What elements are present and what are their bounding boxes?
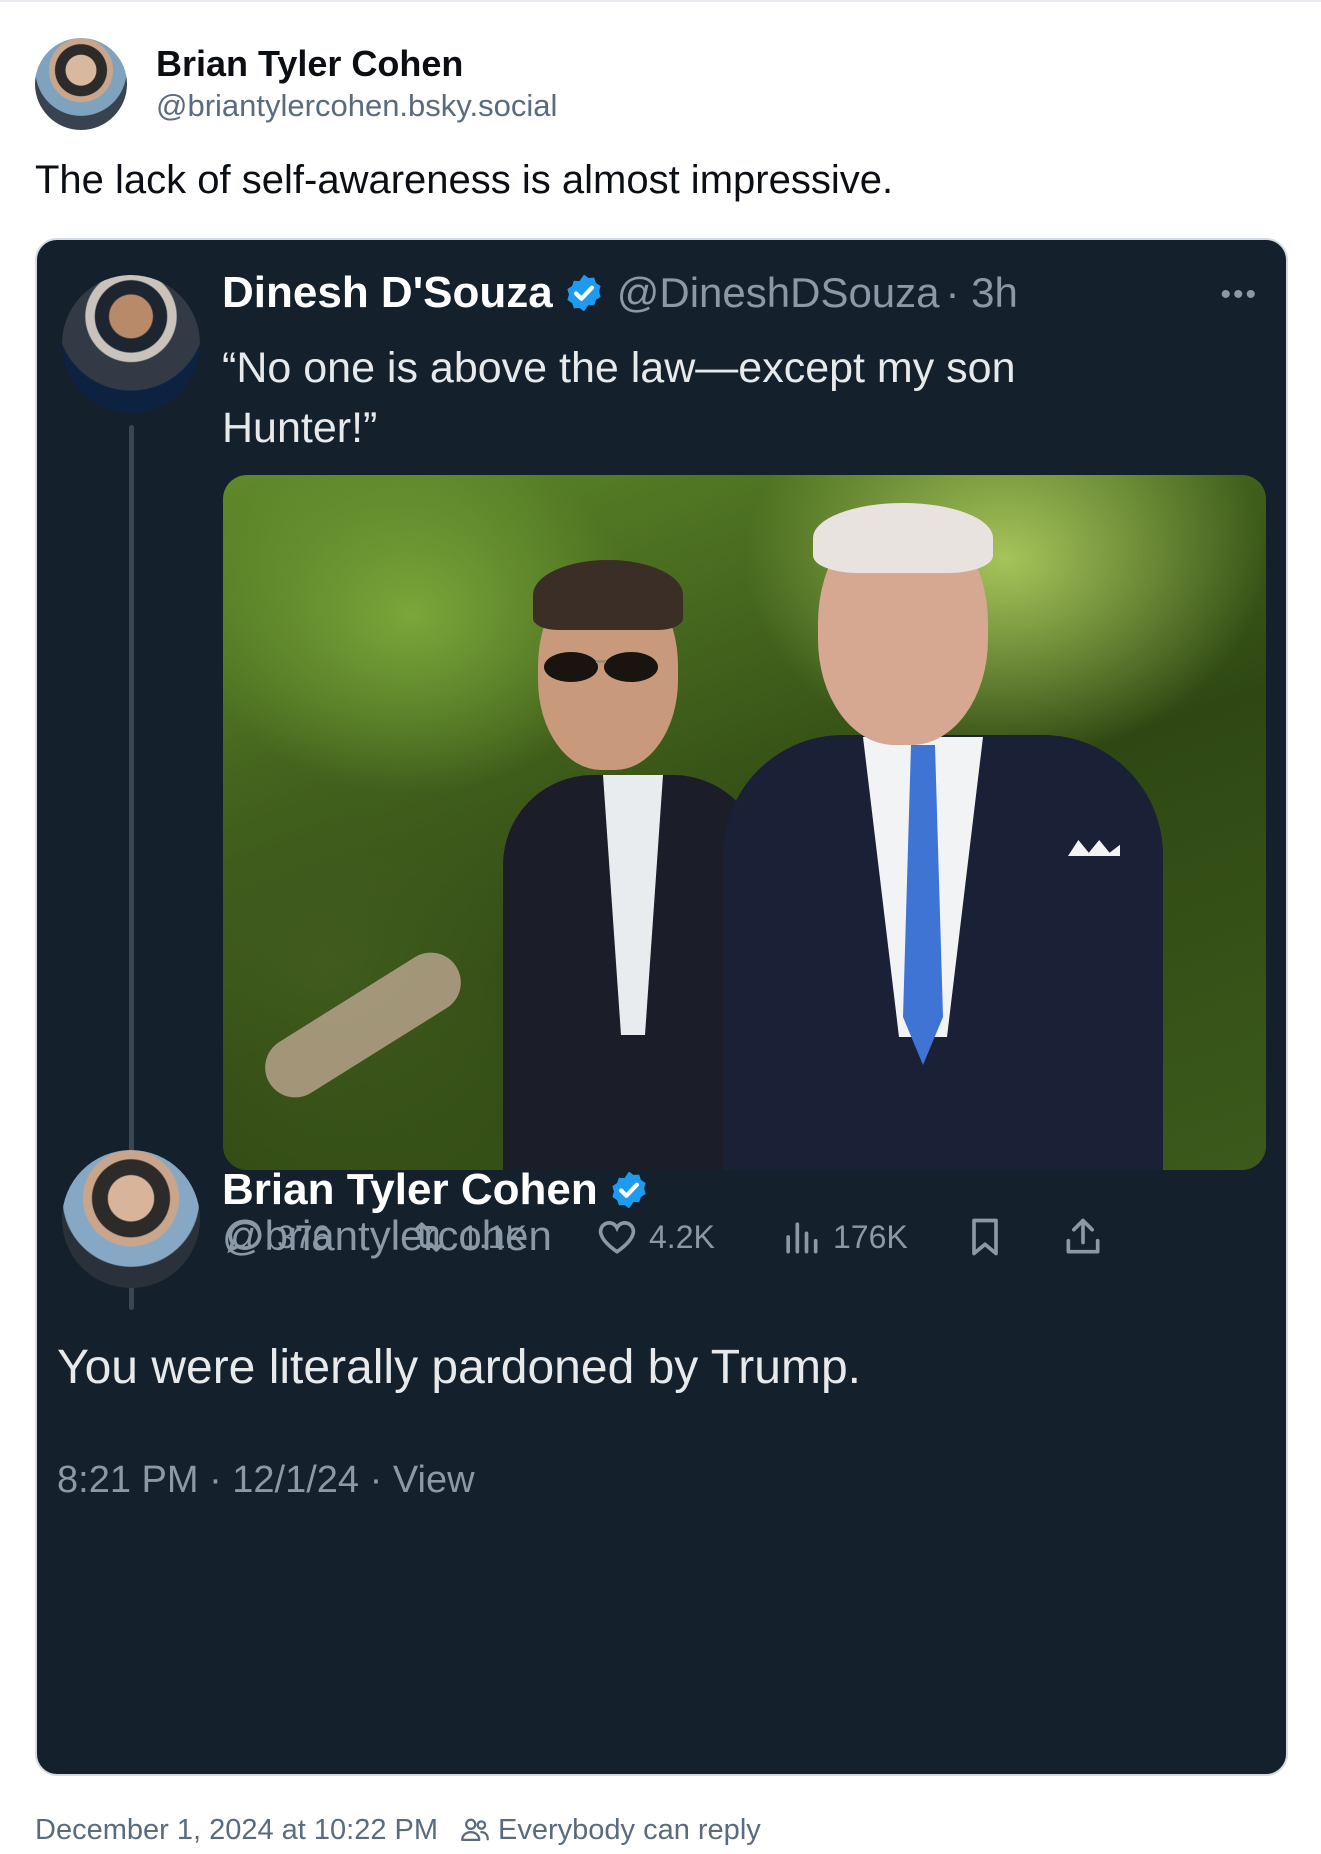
photo-person-right-hair xyxy=(813,503,993,573)
like-metric: 4.2K xyxy=(595,1215,715,1259)
original-author-avatar xyxy=(62,275,200,413)
top-divider xyxy=(0,0,1321,2)
author-avatar[interactable] xyxy=(35,38,127,130)
reply-author-handle: @briantylercohen xyxy=(222,1212,552,1259)
people-icon xyxy=(461,1818,489,1842)
post-timestamp[interactable]: December 1, 2024 at 10:22 PM xyxy=(35,1814,438,1847)
tweet-photo xyxy=(223,475,1266,1170)
reply-tweet-meta: 8:21 PM · 12/1/24 · View xyxy=(57,1459,475,1501)
post-header: Brian Tyler Cohen @briantylercohen.bsky.… xyxy=(35,38,557,130)
bookmark-icon xyxy=(972,1218,998,1256)
verified-icon xyxy=(567,274,601,312)
verified-icon xyxy=(612,1171,646,1209)
embedded-screenshot[interactable]: Dinesh D'Souza @DineshDSouza · 3h ••• “N… xyxy=(35,238,1288,1776)
reply-author-avatar xyxy=(62,1150,200,1288)
like-count: 4.2K xyxy=(649,1218,715,1255)
author-names: Brian Tyler Cohen @briantylercohen.bsky.… xyxy=(156,42,557,126)
bookmark-metric xyxy=(963,1215,1017,1259)
original-author-handle: @DineshDSouza xyxy=(616,269,940,316)
photo-person-left-hair xyxy=(533,560,683,630)
post-footer: December 1, 2024 at 10:22 PM Everybody c… xyxy=(35,1813,761,1847)
photo-tree-trunk xyxy=(253,941,473,1109)
author-handle[interactable]: @briantylercohen.bsky.social xyxy=(156,86,557,126)
original-time: · 3h xyxy=(945,269,1018,316)
like-icon xyxy=(598,1221,636,1254)
reply-setting[interactable]: Everybody can reply xyxy=(498,1814,761,1847)
reply-author-name: Brian Tyler Cohen xyxy=(222,1165,598,1214)
views-icon xyxy=(786,1222,818,1254)
original-tweet-text: “No one is above the law—except my son H… xyxy=(222,344,1016,452)
post-text: The lack of self-awareness is almost imp… xyxy=(35,158,894,202)
original-author-line: Dinesh D'Souza @DineshDSouza · 3h xyxy=(222,268,1018,318)
views-count: 176K xyxy=(833,1218,908,1255)
reply-author-line: Brian Tyler Cohen xyxy=(222,1165,650,1215)
reply-tweet-text: You were literally pardoned by Trump. xyxy=(57,1341,861,1394)
original-author-name: Dinesh D'Souza xyxy=(222,268,553,317)
share-icon xyxy=(1066,1218,1100,1254)
share-metric xyxy=(1061,1215,1115,1259)
more-options-icon: ••• xyxy=(1220,278,1258,311)
views-metric: 176K xyxy=(779,1215,908,1259)
author-display-name[interactable]: Brian Tyler Cohen xyxy=(156,42,557,86)
photo-sunglasses xyxy=(544,652,658,682)
